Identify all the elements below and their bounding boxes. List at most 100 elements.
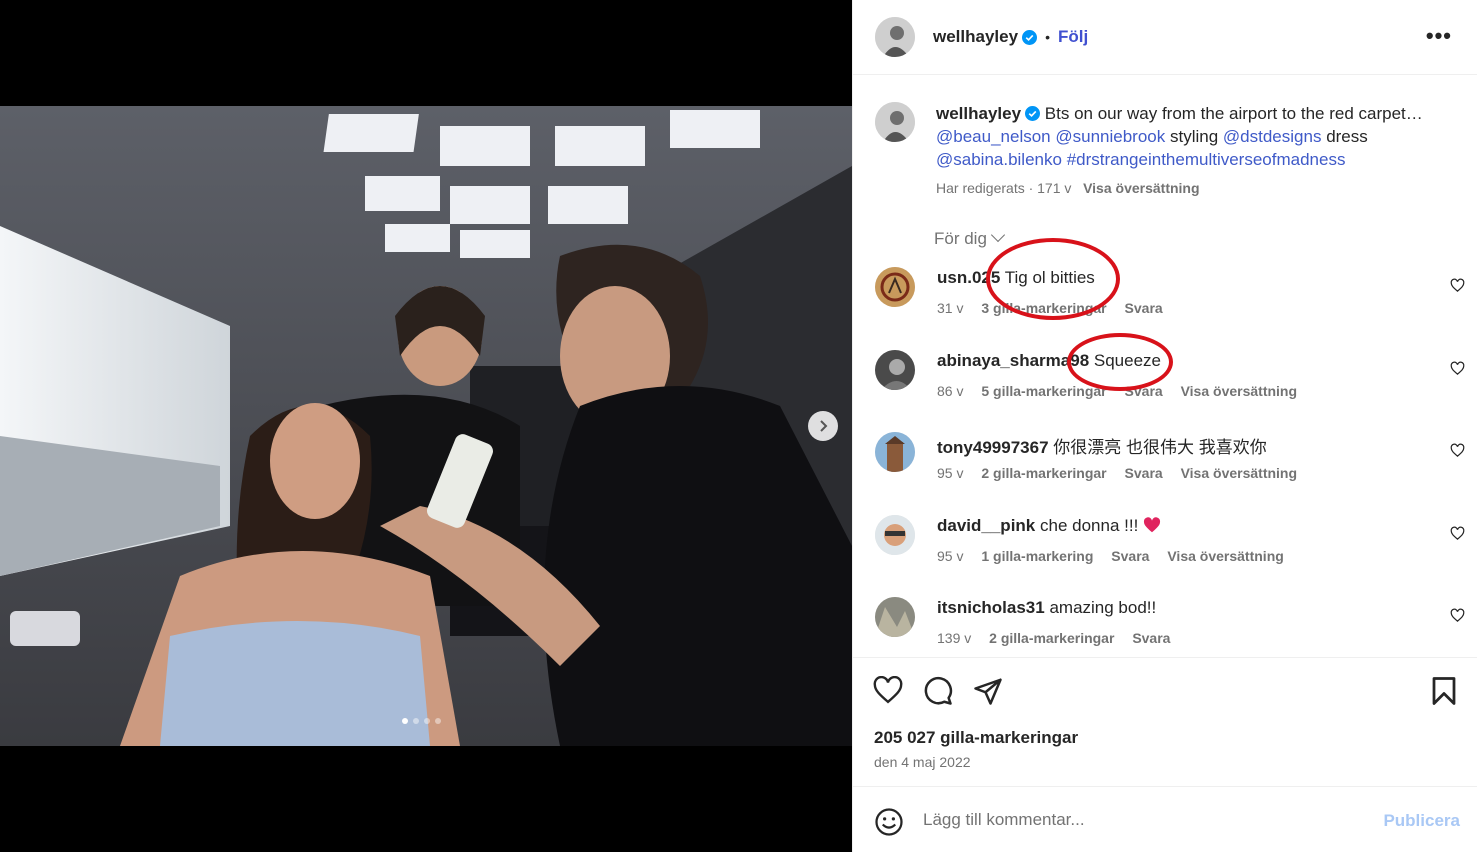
avatar-image bbox=[875, 515, 915, 555]
comment-meta: 95 v 1 gilla-markering Svara Visa översä… bbox=[937, 548, 1298, 564]
more-options-button[interactable]: ••• bbox=[1425, 23, 1452, 48]
heart-icon[interactable] bbox=[1450, 608, 1465, 623]
like-count[interactable]: 205 027 gilla-markeringar bbox=[874, 728, 1078, 748]
comment-likes[interactable]: 5 gilla-markeringar bbox=[981, 383, 1106, 399]
comment-likes[interactable]: 3 gilla-markeringar bbox=[981, 300, 1106, 316]
post-caption: wellhayley Bts on our way from the airpo… bbox=[875, 102, 1455, 200]
separator-dot: • bbox=[1045, 29, 1050, 45]
comment-text: 你很漂亮 也很伟大 我喜欢你 bbox=[1053, 438, 1267, 457]
comment-likes[interactable]: 1 gilla-markering bbox=[981, 548, 1093, 564]
comment-likes[interactable]: 2 gilla-markeringar bbox=[989, 630, 1114, 646]
heart-icon[interactable] bbox=[1450, 278, 1465, 293]
photo-image bbox=[0, 106, 852, 746]
comment-likes[interactable]: 2 gilla-markeringar bbox=[981, 465, 1106, 481]
caption-text: wellhayley Bts on our way from the airpo… bbox=[936, 102, 1455, 200]
edited-timestamp: Har redigerats · 171 v bbox=[936, 180, 1072, 196]
avatar[interactable] bbox=[875, 515, 915, 555]
mention-link[interactable]: @beau_nelson bbox=[936, 127, 1051, 146]
avatar[interactable] bbox=[875, 17, 915, 57]
comment-text: amazing bod!! bbox=[1049, 598, 1157, 617]
next-arrow-icon bbox=[820, 420, 828, 432]
media-pane bbox=[0, 0, 852, 852]
comment-age: 95 v bbox=[937, 548, 964, 564]
mention-link[interactable]: @sunniebrook bbox=[1055, 127, 1165, 146]
comment-text: Squeeze bbox=[1093, 351, 1162, 370]
comment-age: 86 v bbox=[937, 383, 964, 399]
reply-button[interactable]: Svara bbox=[1125, 300, 1163, 316]
comment-composer: Publicera bbox=[853, 786, 1477, 852]
publish-button[interactable]: Publicera bbox=[1383, 811, 1460, 831]
see-translation-link[interactable]: Visa översättning bbox=[1167, 548, 1283, 564]
see-translation-link[interactable]: Visa översättning bbox=[1181, 465, 1297, 481]
heart-emoji-icon bbox=[1143, 517, 1161, 533]
verified-badge-icon bbox=[1025, 106, 1041, 121]
see-translation-link[interactable]: Visa översättning bbox=[1181, 383, 1297, 399]
comments-section[interactable]: wellhayley Bts on our way from the airpo… bbox=[853, 76, 1477, 656]
comment-body: david__pink che donna !!! bbox=[937, 516, 1161, 536]
avatar-image bbox=[875, 102, 915, 142]
comment-item: david__pink che donna !!! 95 v 1 gilla-m… bbox=[875, 515, 1465, 585]
comment-meta: 86 v 5 gilla-markeringar Svara Visa över… bbox=[937, 383, 1311, 399]
carousel-indicator bbox=[402, 718, 441, 724]
more-icon: ••• bbox=[1425, 23, 1452, 48]
bookmark-icon[interactable] bbox=[1431, 676, 1457, 706]
carousel-dot bbox=[424, 718, 430, 724]
post-header: wellhayley • Följ ••• bbox=[853, 0, 1477, 75]
comment-body: tony49997367 你很漂亮 也很伟大 我喜欢你 bbox=[937, 433, 1267, 458]
comment-text: che donna !!! bbox=[1040, 516, 1144, 535]
carousel-next-button[interactable] bbox=[808, 411, 838, 441]
avatar[interactable] bbox=[875, 597, 915, 637]
reply-button[interactable]: Svara bbox=[1111, 548, 1149, 564]
comment-meta: 139 v 2 gilla-markeringar Svara bbox=[937, 630, 1184, 646]
hashtag-link[interactable]: #drstrangeinthemultiverseofmadness bbox=[1067, 150, 1346, 169]
sort-label: För dig bbox=[934, 229, 987, 248]
avatar[interactable] bbox=[875, 267, 915, 307]
post-details-pane: wellhayley • Följ ••• wellhayley Bts on bbox=[852, 0, 1477, 852]
avatar[interactable] bbox=[875, 432, 915, 472]
avatar-image bbox=[875, 267, 915, 307]
mention-link[interactable]: @dstdesigns bbox=[1223, 127, 1322, 146]
chevron-down-icon bbox=[990, 227, 1005, 243]
comment-username[interactable]: usn.025 bbox=[937, 268, 1000, 287]
post-photo[interactable] bbox=[0, 106, 852, 746]
comment-body: itsnicholas31 amazing bod!! bbox=[937, 598, 1156, 618]
avatar[interactable] bbox=[875, 350, 915, 390]
comment-age: 31 v bbox=[937, 300, 964, 316]
comment-item: usn.025 Tig ol bitties 31 v 3 gilla-mark… bbox=[875, 267, 1465, 337]
comment-input[interactable] bbox=[923, 803, 1373, 837]
avatar-image bbox=[875, 17, 915, 57]
post-author-username[interactable]: wellhayley bbox=[933, 27, 1018, 47]
comment-username[interactable]: tony49997367 bbox=[937, 438, 1049, 457]
reply-button[interactable]: Svara bbox=[1125, 383, 1163, 399]
avatar-image bbox=[875, 597, 915, 637]
mention-link[interactable]: @sabina.bilenko bbox=[936, 150, 1062, 169]
comment-icon[interactable] bbox=[923, 676, 953, 706]
comment-item: tony49997367 你很漂亮 也很伟大 我喜欢你 95 v 2 gilla… bbox=[875, 432, 1465, 502]
avatar-image bbox=[875, 432, 915, 472]
reply-button[interactable]: Svara bbox=[1125, 465, 1163, 481]
carousel-dot bbox=[402, 718, 408, 724]
share-icon[interactable] bbox=[973, 676, 1003, 706]
comment-sort-dropdown[interactable]: För dig bbox=[934, 227, 1005, 249]
comment-username[interactable]: abinaya_sharma98 bbox=[937, 351, 1089, 370]
heart-icon[interactable] bbox=[1450, 526, 1465, 541]
caption-username[interactable]: wellhayley bbox=[936, 104, 1021, 123]
comment-username[interactable]: itsnicholas31 bbox=[937, 598, 1045, 617]
follow-button[interactable]: Följ bbox=[1058, 27, 1088, 47]
heart-icon[interactable] bbox=[1450, 361, 1465, 376]
comment-item: abinaya_sharma98 Squeeze 86 v 5 gilla-ma… bbox=[875, 350, 1465, 420]
comment-username[interactable]: david__pink bbox=[937, 516, 1035, 535]
post-actions: 205 027 gilla-markeringar den 4 maj 2022 bbox=[853, 657, 1477, 786]
comment-meta: 31 v 3 gilla-markeringar Svara bbox=[937, 300, 1177, 316]
heart-icon[interactable] bbox=[1450, 443, 1465, 458]
comment-body: usn.025 Tig ol bitties bbox=[937, 268, 1095, 288]
caption-word: styling bbox=[1170, 127, 1219, 146]
heart-icon[interactable] bbox=[873, 676, 903, 704]
reply-button[interactable]: Svara bbox=[1132, 630, 1170, 646]
caption-body: Bts on our way from the airport to the r… bbox=[1044, 104, 1423, 123]
comment-meta: 95 v 2 gilla-markeringar Svara Visa över… bbox=[937, 465, 1311, 481]
see-translation-link[interactable]: Visa översättning bbox=[1083, 180, 1199, 196]
comment-body: abinaya_sharma98 Squeeze bbox=[937, 351, 1161, 371]
avatar[interactable] bbox=[875, 102, 915, 142]
emoji-icon[interactable] bbox=[874, 807, 904, 837]
